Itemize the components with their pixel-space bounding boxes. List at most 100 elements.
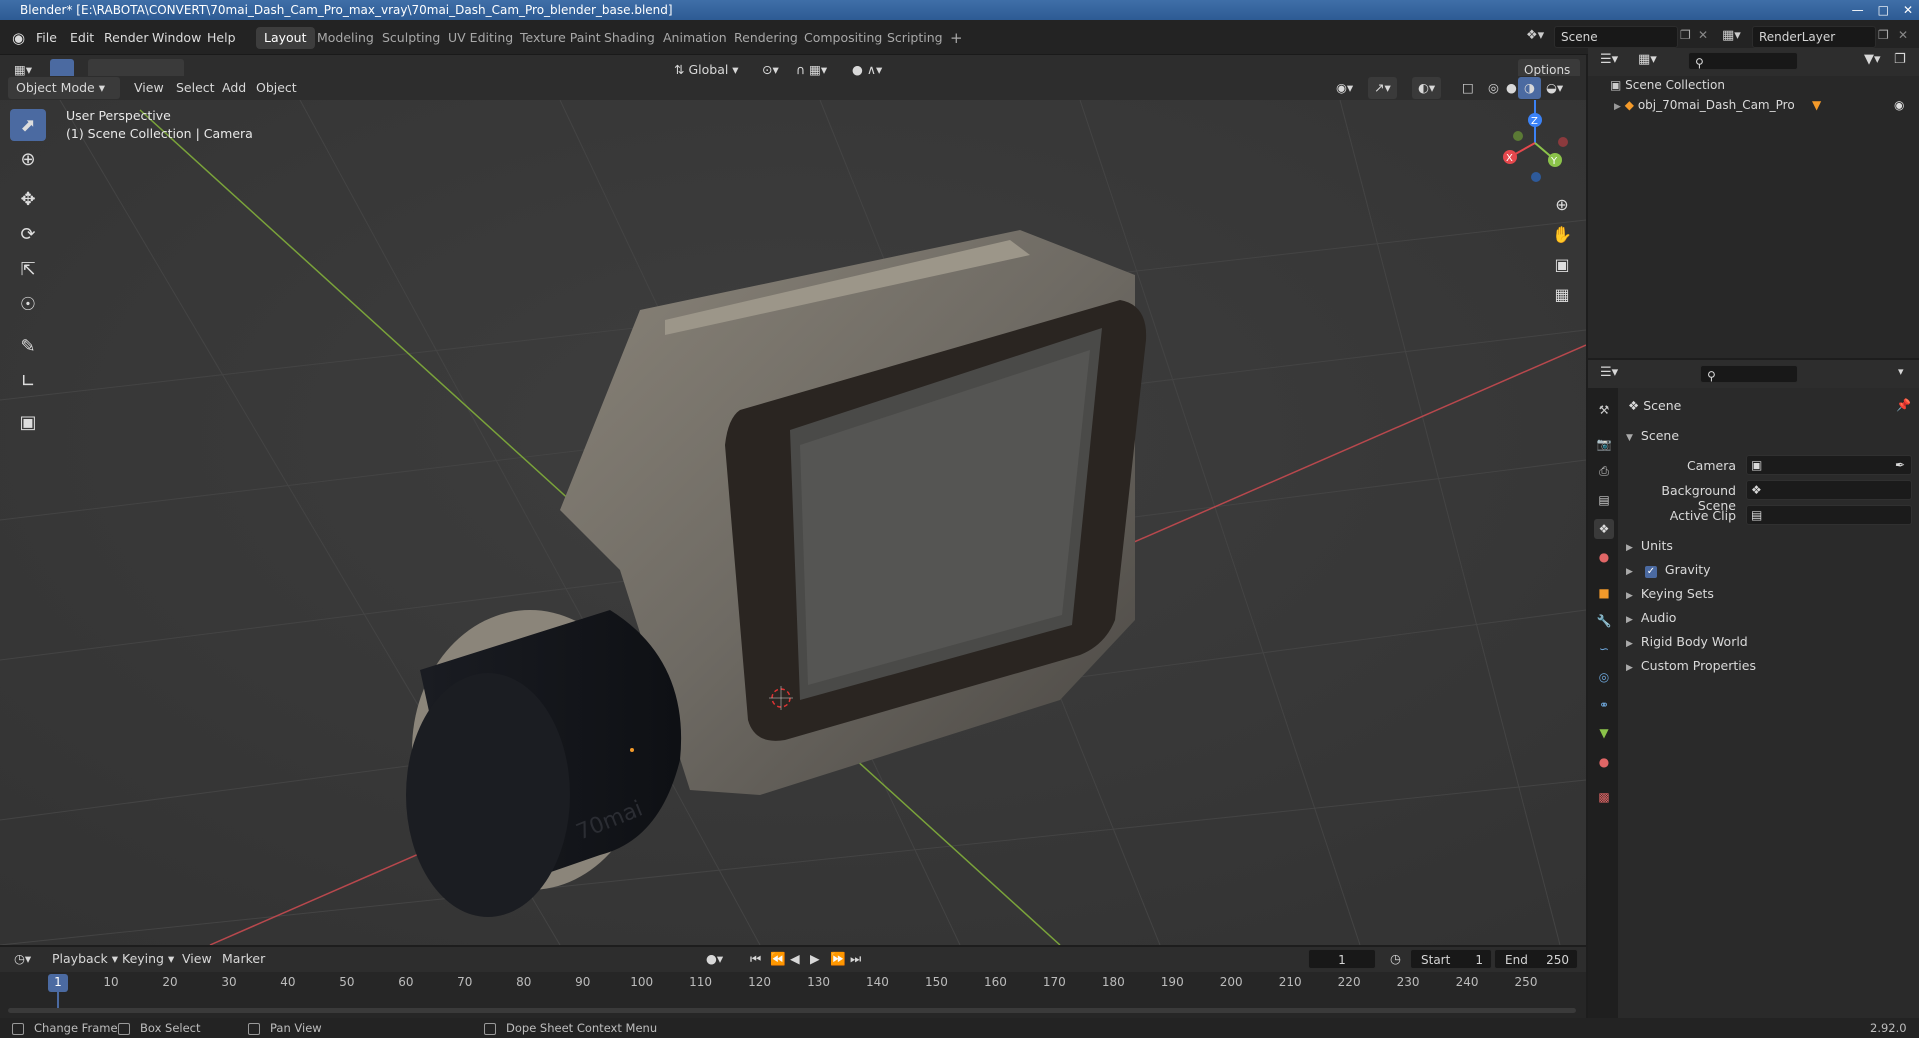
- tab-layout[interactable]: Layout: [256, 27, 315, 49]
- menu-edit[interactable]: Edit: [64, 28, 100, 48]
- background-scene-field[interactable]: ❖: [1746, 480, 1912, 500]
- pan-hand-icon[interactable]: ✋: [1547, 220, 1577, 248]
- jump-end-icon[interactable]: ⏭: [844, 948, 867, 970]
- end-frame-field[interactable]: End 250: [1494, 949, 1578, 969]
- rigid-body-world-section[interactable]: ▶ Rigid Body World: [1626, 634, 1748, 649]
- eyedropper-icon[interactable]: ✒: [1895, 458, 1905, 472]
- view-layer-tab-icon[interactable]: ▤: [1594, 490, 1614, 510]
- 3d-viewport[interactable]: 70mai Z X Y User Perspective (1) Scene C…: [0, 100, 1586, 945]
- active-clip-field[interactable]: ▤: [1746, 505, 1912, 525]
- clock-icon[interactable]: ◷: [1384, 948, 1407, 970]
- camera-field[interactable]: ▣ ✒: [1746, 455, 1912, 475]
- start-frame-field[interactable]: Start 1: [1410, 949, 1492, 969]
- new-scene-icon[interactable]: ❐: [1680, 28, 1691, 42]
- timeline-view-menu[interactable]: View: [176, 948, 218, 970]
- data-tab-icon[interactable]: ▼: [1594, 723, 1614, 743]
- tab-texture-paint[interactable]: Texture Paint: [512, 27, 609, 49]
- filter-icon[interactable]: ▼▾: [1864, 52, 1881, 67]
- rotate-tool-icon[interactable]: ⟳: [10, 218, 46, 250]
- scene-collection-item[interactable]: ▣ Scene Collection: [1610, 78, 1725, 92]
- expand-arrow-icon[interactable]: ▶: [1614, 102, 1621, 112]
- scene-panel-header[interactable]: ▼ Scene: [1626, 428, 1679, 443]
- move-tool-icon[interactable]: ✥: [10, 183, 46, 215]
- scene-selector-icon[interactable]: ❖▾: [1526, 28, 1544, 43]
- cursor-tool-icon[interactable]: ⊕: [10, 143, 46, 175]
- render-tab-icon[interactable]: 📷: [1594, 434, 1614, 454]
- mesh-data-icon[interactable]: ▼: [1812, 98, 1821, 112]
- new-layer-icon[interactable]: ❐: [1878, 28, 1889, 42]
- tab-shading[interactable]: Shading: [596, 27, 663, 49]
- particles-tab-icon[interactable]: ∽: [1594, 639, 1614, 659]
- units-section[interactable]: ▶ Units: [1626, 538, 1673, 553]
- physics-tab-icon[interactable]: ◎: [1594, 667, 1614, 687]
- tab-uv-editing[interactable]: UV Editing: [440, 27, 521, 49]
- outliner-editor-icon[interactable]: ☰▾: [1600, 52, 1618, 67]
- close-icon[interactable]: ✕: [1903, 0, 1913, 20]
- tab-rendering[interactable]: Rendering: [726, 27, 806, 49]
- output-tab-icon[interactable]: ⎙: [1594, 461, 1614, 481]
- zoom-icon[interactable]: ⊕: [1547, 190, 1577, 218]
- properties-search-input[interactable]: ⚲: [1700, 365, 1798, 383]
- render-layer-field[interactable]: RenderLayer: [1752, 26, 1876, 48]
- gravity-section[interactable]: ▶ ✓ Gravity: [1626, 562, 1711, 578]
- eye-icon[interactable]: ◉: [1894, 98, 1904, 112]
- viewport-menu-add[interactable]: Add: [216, 77, 252, 99]
- visibility-icon[interactable]: ◉▾: [1330, 77, 1359, 99]
- scale-tool-icon[interactable]: ⇱: [10, 253, 46, 285]
- properties-editor-icon[interactable]: ☰▾: [1600, 365, 1618, 380]
- scene-name-field[interactable]: Scene: [1554, 26, 1678, 48]
- tab-compositing[interactable]: Compositing: [796, 27, 890, 49]
- gravity-checkbox[interactable]: ✓: [1644, 566, 1657, 578]
- add-workspace-icon[interactable]: +: [942, 27, 971, 49]
- texture-tab-icon[interactable]: ▩: [1594, 787, 1614, 807]
- modifier-tab-icon[interactable]: 🔧: [1594, 611, 1614, 631]
- camera-view-icon[interactable]: ▣: [1547, 250, 1577, 278]
- tab-animation[interactable]: Animation: [655, 27, 735, 49]
- minimize-icon[interactable]: —: [1852, 0, 1864, 20]
- pin-icon[interactable]: 📌: [1896, 398, 1911, 412]
- object-mode-dropdown[interactable]: Object Mode ▾: [8, 77, 120, 99]
- tab-modeling[interactable]: Modeling: [309, 27, 382, 49]
- audio-section[interactable]: ▶ Audio: [1626, 610, 1676, 625]
- keying-sets-section[interactable]: ▶ Keying Sets: [1626, 586, 1714, 601]
- menu-window[interactable]: Window: [146, 28, 207, 48]
- tool-tab-icon[interactable]: ⚒: [1594, 400, 1614, 420]
- playback-menu[interactable]: Playback ▾: [46, 948, 124, 970]
- display-mode-icon[interactable]: ▦▾: [1638, 52, 1657, 67]
- menu-file[interactable]: File: [30, 28, 63, 48]
- marker-menu[interactable]: Marker: [216, 948, 271, 970]
- measure-tool-icon[interactable]: ∟: [10, 365, 46, 397]
- outliner-object-row[interactable]: ▶ ◆ obj_70mai_Dash_Cam_Pro ▼ ◉: [1614, 98, 1914, 112]
- transform-tool-icon[interactable]: ☉: [10, 288, 46, 320]
- tab-scripting[interactable]: Scripting: [879, 27, 951, 49]
- timeline-editor-icon[interactable]: ◷▾: [8, 948, 37, 970]
- timeline-scrollbar[interactable]: [8, 1008, 1576, 1013]
- gizmo-icon[interactable]: ↗▾: [1368, 77, 1397, 99]
- render-layer-icon[interactable]: ▦▾: [1722, 28, 1741, 43]
- delete-scene-icon[interactable]: ✕: [1698, 28, 1708, 42]
- xray-icon[interactable]: □: [1456, 77, 1480, 99]
- world-tab-icon[interactable]: ●: [1594, 547, 1614, 567]
- viewport-menu-select[interactable]: Select: [170, 77, 221, 99]
- new-collection-icon[interactable]: ❐: [1894, 52, 1906, 67]
- custom-properties-section[interactable]: ▶ Custom Properties: [1626, 658, 1756, 673]
- annotate-tool-icon[interactable]: ✎: [10, 330, 46, 362]
- maximize-icon[interactable]: □: [1878, 0, 1889, 20]
- viewport-menu-view[interactable]: View: [128, 77, 170, 99]
- select-box-tool-icon[interactable]: ⬈: [10, 109, 46, 141]
- menu-help[interactable]: Help: [201, 28, 242, 48]
- tab-sculpting[interactable]: Sculpting: [374, 27, 448, 49]
- play-reverse-icon[interactable]: ◀: [784, 948, 806, 970]
- viewport-menu-object[interactable]: Object: [250, 77, 303, 99]
- overlay-icon[interactable]: ◐▾: [1412, 77, 1442, 99]
- material-shading-icon[interactable]: ◑: [1518, 77, 1541, 99]
- delete-layer-icon[interactable]: ✕: [1898, 28, 1908, 42]
- current-frame-field[interactable]: 1: [1308, 949, 1376, 969]
- object-tab-icon[interactable]: ■: [1594, 583, 1614, 603]
- outliner-search-input[interactable]: ⚲: [1688, 52, 1798, 70]
- add-cube-tool-icon[interactable]: ▣: [10, 406, 46, 438]
- record-icon[interactable]: ●▾: [700, 948, 729, 970]
- scene-tab-icon[interactable]: ❖: [1594, 519, 1614, 539]
- ortho-grid-icon[interactable]: ▦: [1547, 280, 1577, 308]
- material-tab-icon[interactable]: ●: [1594, 752, 1614, 772]
